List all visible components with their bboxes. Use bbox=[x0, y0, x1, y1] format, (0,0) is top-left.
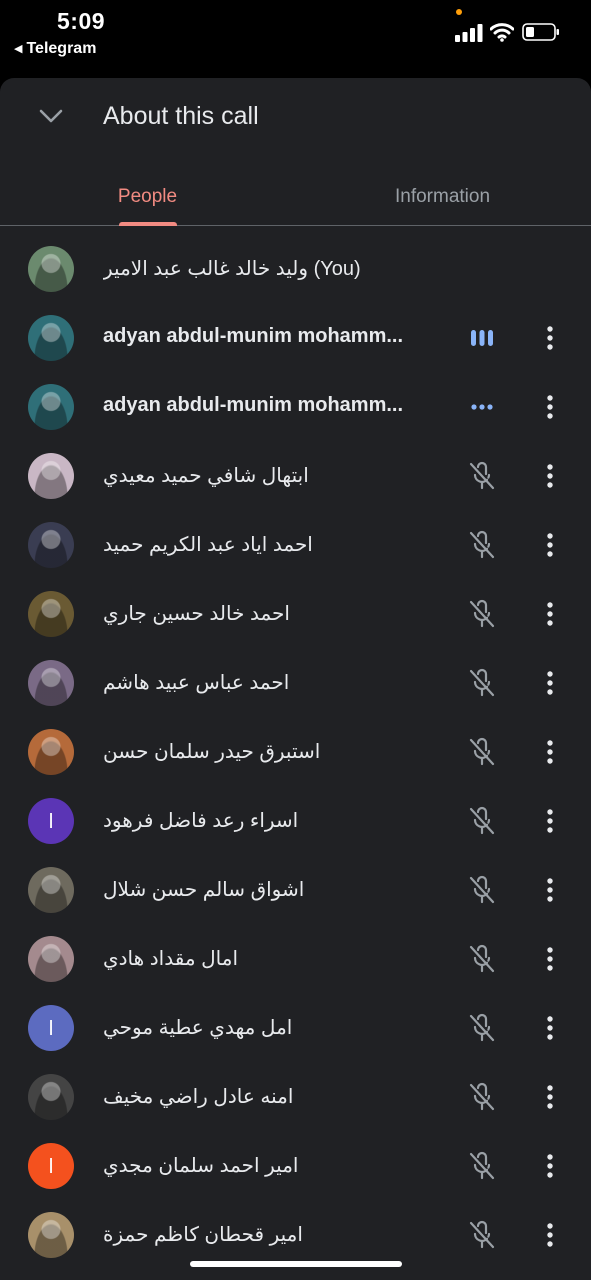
mic-off-icon bbox=[469, 737, 495, 766]
avatar-letter: ا bbox=[48, 1017, 54, 1040]
mic-off-icon bbox=[469, 944, 495, 973]
more-options-icon[interactable] bbox=[538, 392, 562, 422]
participant-name: احمد اياد عبد الكريم حميد bbox=[103, 534, 313, 556]
sheet-title: About this call bbox=[103, 102, 259, 130]
avatar-photo bbox=[28, 315, 74, 361]
back-triangle-icon: ◀ bbox=[14, 43, 23, 55]
speaking-indicator-icon bbox=[471, 330, 493, 346]
mic-off-icon bbox=[469, 461, 495, 490]
participant-name: امال مقداد هادي bbox=[103, 948, 238, 970]
mic-off-icon bbox=[469, 599, 495, 628]
participant-row[interactable]: adyan abdul-munim mohamm... bbox=[0, 303, 591, 372]
more-options-icon[interactable] bbox=[538, 461, 562, 491]
tab-information[interactable]: Information bbox=[370, 168, 515, 226]
more-options-icon[interactable] bbox=[538, 875, 562, 905]
participant-row[interactable]: ا اسراء رعد فاضل فرهود bbox=[0, 786, 591, 855]
avatar-photo bbox=[28, 729, 74, 775]
avatar-photo bbox=[28, 867, 74, 913]
privacy-indicator-dot bbox=[456, 9, 462, 15]
mic-off-icon bbox=[469, 1151, 495, 1180]
participant-row[interactable]: استبرق حيدر سلمان حسن bbox=[0, 717, 591, 786]
mic-off-icon bbox=[469, 530, 495, 559]
participant-name: احمد عباس عبيد هاشم bbox=[103, 672, 290, 694]
avatar-letter: ا bbox=[48, 1155, 54, 1178]
avatar-letter: ا bbox=[48, 810, 54, 833]
participant-row[interactable]: ابتهال شافي حميد معيدي bbox=[0, 441, 591, 510]
avatar-photo bbox=[28, 246, 74, 292]
avatar-initial: ا bbox=[28, 798, 74, 844]
active-tab-indicator bbox=[119, 222, 177, 226]
participant-row[interactable]: وليد خالد غالب عبد الامير (You) bbox=[0, 234, 591, 303]
participant-name: امير احمد سلمان مجدي bbox=[103, 1155, 299, 1177]
more-options-icon[interactable] bbox=[538, 806, 562, 836]
back-to-app-link[interactable]: ◀ Telegram bbox=[14, 40, 96, 58]
more-options-icon[interactable] bbox=[538, 668, 562, 698]
participant-name: امنه عادل راضي مخيف bbox=[103, 1086, 294, 1108]
home-indicator[interactable] bbox=[190, 1261, 402, 1267]
participant-row[interactable]: امير قحطان كاظم حمزة bbox=[0, 1200, 591, 1269]
more-options-icon[interactable] bbox=[538, 1082, 562, 1112]
avatar-photo bbox=[28, 591, 74, 637]
more-options-icon[interactable] bbox=[538, 737, 562, 767]
avatar-photo bbox=[28, 660, 74, 706]
participant-list: وليد خالد غالب عبد الامير (You) adyan abd… bbox=[0, 234, 591, 1269]
avatar-initial: ا bbox=[28, 1005, 74, 1051]
mic-off-icon bbox=[469, 1013, 495, 1042]
more-options-icon[interactable] bbox=[538, 1013, 562, 1043]
participant-row[interactable]: احمد خالد حسين جاري bbox=[0, 579, 591, 648]
more-options-icon[interactable] bbox=[538, 1151, 562, 1181]
more-horizontal-dots-icon bbox=[471, 404, 493, 410]
participant-row[interactable]: اشواق سالم حسن شلال bbox=[0, 855, 591, 924]
participant-name: وليد خالد غالب عبد الامير (You) bbox=[103, 258, 361, 280]
more-options-icon[interactable] bbox=[538, 1220, 562, 1250]
participant-row[interactable]: احمد عباس عبيد هاشم bbox=[0, 648, 591, 717]
avatar-initial: ا bbox=[28, 1143, 74, 1189]
tab-people[interactable]: People bbox=[90, 168, 205, 226]
participant-row[interactable]: امنه عادل راضي مخيف bbox=[0, 1062, 591, 1131]
mic-off-icon bbox=[469, 875, 495, 904]
more-options-icon[interactable] bbox=[538, 323, 562, 353]
participant-name: اسراء رعد فاضل فرهود bbox=[103, 810, 299, 832]
avatar-photo bbox=[28, 522, 74, 568]
more-options-icon[interactable] bbox=[538, 530, 562, 560]
mic-off-icon bbox=[469, 1082, 495, 1111]
avatar-photo bbox=[28, 453, 74, 499]
avatar-photo bbox=[28, 1212, 74, 1258]
wifi-icon bbox=[490, 23, 514, 42]
participant-name: adyan abdul-munim mohamm... bbox=[103, 394, 404, 416]
avatar-photo bbox=[28, 936, 74, 982]
status-bar: 5:09 ◀ Telegram bbox=[0, 0, 591, 78]
participant-name: امل مهدي عطية موحي bbox=[103, 1017, 293, 1039]
participant-name: اشواق سالم حسن شلال bbox=[103, 879, 305, 901]
mic-off-icon bbox=[469, 1220, 495, 1249]
mic-off-icon bbox=[469, 668, 495, 697]
participant-name: ابتهال شافي حميد معيدي bbox=[103, 465, 309, 487]
participant-row[interactable]: امال مقداد هادي bbox=[0, 924, 591, 993]
battery-icon bbox=[522, 23, 559, 41]
participant-row[interactable]: ا امل مهدي عطية موحي bbox=[0, 993, 591, 1062]
avatar-photo bbox=[28, 1074, 74, 1120]
participant-name: استبرق حيدر سلمان حسن bbox=[103, 741, 321, 763]
more-options-icon[interactable] bbox=[538, 944, 562, 974]
mic-off-icon bbox=[469, 806, 495, 835]
call-info-sheet: About this call People Information وليد … bbox=[0, 78, 591, 1280]
chevron-down-icon[interactable] bbox=[38, 106, 64, 126]
participant-name: احمد خالد حسين جاري bbox=[103, 603, 290, 625]
tab-bar: People Information bbox=[0, 168, 591, 226]
participant-row[interactable]: adyan abdul-munim mohamm... bbox=[0, 372, 591, 441]
back-to-app-label: Telegram bbox=[26, 40, 97, 57]
participant-row[interactable]: ا امير احمد سلمان مجدي bbox=[0, 1131, 591, 1200]
participant-row[interactable]: احمد اياد عبد الكريم حميد bbox=[0, 510, 591, 579]
participant-name: adyan abdul-munim mohamm... bbox=[103, 325, 404, 347]
avatar-photo bbox=[28, 384, 74, 430]
participant-name: امير قحطان كاظم حمزة bbox=[103, 1224, 303, 1246]
clock: 5:09 bbox=[57, 8, 106, 34]
cellular-signal-icon bbox=[455, 24, 483, 42]
more-options-icon[interactable] bbox=[538, 599, 562, 629]
sheet-header: About this call bbox=[0, 78, 591, 158]
